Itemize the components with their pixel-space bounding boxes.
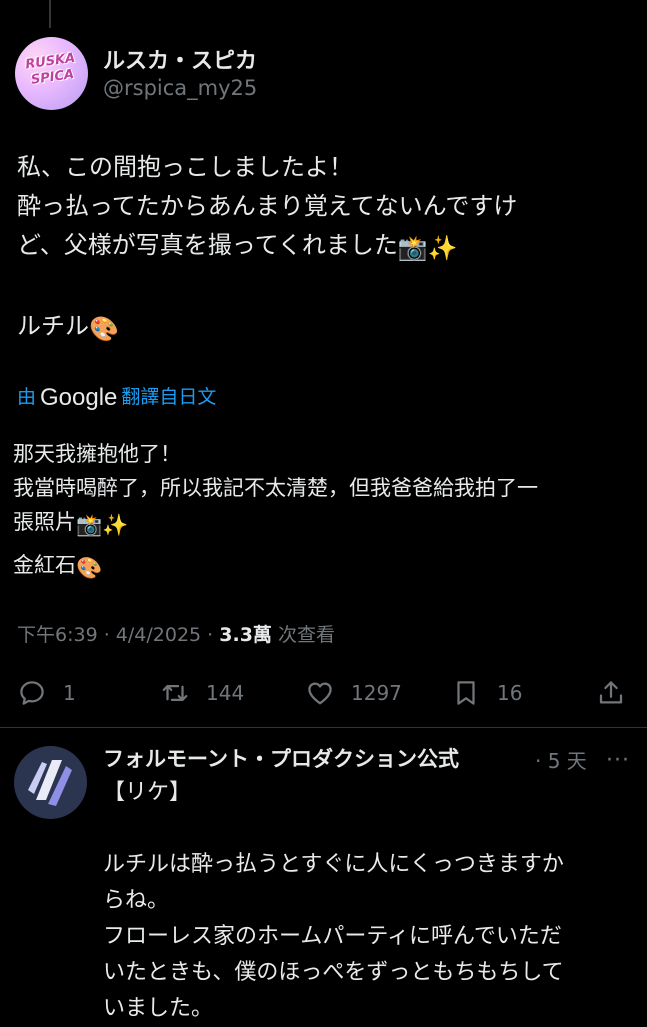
reply-icon: [20, 681, 44, 705]
author-avatar[interactable]: RUSKA SPICA: [15, 37, 88, 110]
author-name[interactable]: ルスカ・スピカ: [103, 43, 257, 75]
reply-count: 1: [63, 681, 76, 705]
tweet-signature: ルチル🎨: [17, 307, 637, 349]
tweet-date[interactable]: 4/4/2025: [116, 624, 201, 646]
divider: [0, 727, 647, 728]
translated-line: 那天我擁抱他了！: [13, 442, 181, 466]
tweet-line: 酔っ払ってたからあんまり覚えてないんですけ: [17, 192, 518, 220]
translated-line: 張照片📸✨: [13, 505, 638, 542]
formmond-logo: [14, 746, 87, 819]
signature-text: ルチル: [17, 312, 89, 340]
reply-author-avatar[interactable]: [14, 746, 87, 819]
more-icon[interactable]: ···: [606, 748, 630, 773]
translated-signature-text: 金紅石: [13, 553, 76, 577]
like-button[interactable]: 1297: [305, 672, 402, 714]
reply-line: ルチルは酔っ払うとすぐに人にくっつきますか: [103, 852, 564, 877]
bookmark-count: 16: [497, 681, 523, 705]
tweet-meta: 下午6:39 · 4/4/2025 · 3.3萬 次查看: [17, 624, 335, 646]
camera-sparkles-emoji: 📸✨: [397, 234, 458, 262]
action-bar: 1 144 1297 16: [0, 672, 647, 714]
avatar-logo: RUSKA SPICA: [24, 50, 77, 88]
translation-suffix: 翻譯自日文: [121, 386, 217, 408]
author-handle[interactable]: @rspica_my25: [103, 76, 257, 100]
palette-emoji: 🎨: [89, 315, 119, 343]
translated-text: 那天我擁抱他了！ 我當時喝醉了，所以我記不太清楚，但我爸爸給我拍了一 張照片📸✨…: [13, 437, 638, 585]
retweet-icon: [162, 685, 188, 701]
reply-line: [103, 811, 633, 847]
tweet-text: 私、この間抱っこしましたよ！ 酔っ払ってたからあんまり覚えてないんですけ ど、父…: [17, 148, 637, 349]
tweet-time[interactable]: 下午6:39: [17, 624, 98, 646]
reply-line: フローレス家のホームパーティに呼んでいただ: [103, 924, 562, 949]
retweet-button[interactable]: 144: [160, 672, 244, 714]
reply-time[interactable]: · 5 天: [535, 745, 587, 774]
share-button[interactable]: [596, 672, 626, 714]
translated-line: 我當時喝醉了，所以我記不太清楚，但我爸爸給我拍了一: [13, 476, 538, 500]
reply-author-name[interactable]: フォルモーント・プロダクション公式: [103, 743, 459, 773]
google-logo: Google: [40, 384, 118, 411]
reply-line: いました。: [103, 996, 214, 1021]
tweet-line: ど、父様が写真を撮ってくれました📸✨: [17, 226, 637, 268]
bookmark-button[interactable]: 16: [451, 672, 522, 714]
translation-prefix: 由: [17, 386, 37, 408]
view-label: 次查看: [277, 624, 335, 646]
palette-emoji: 🎨: [76, 556, 103, 580]
share-icon: [599, 681, 623, 704]
retweet-count: 144: [206, 681, 245, 705]
tweet-line-text: ど、父様が写真を撮ってくれました: [17, 231, 398, 259]
camera-sparkles-emoji: 📸✨: [76, 513, 129, 537]
like-count: 1297: [351, 681, 402, 705]
tweet-line: 私、この間抱っこしましたよ！: [17, 153, 353, 181]
translated-line-text: 張照片: [13, 510, 76, 534]
reply-line: らね。: [103, 888, 170, 913]
view-count[interactable]: 3.3萬: [219, 624, 272, 646]
heart-icon: [308, 682, 332, 705]
reply-button[interactable]: 1: [17, 672, 76, 714]
bookmark-icon: [457, 681, 475, 705]
thread-line: [49, 0, 51, 28]
reply-line: 【リケ】: [103, 780, 192, 805]
translated-signature: 金紅石🎨: [13, 548, 638, 585]
reply-text: 【リケ】 ルチルは酔っ払うとすぐに人にくっつきますか らね。 フローレス家のホー…: [103, 775, 633, 1027]
reply-line: いたときも、僕のほっぺをずっともちもちして: [103, 960, 564, 985]
translation-attribution[interactable]: 由 Google 翻譯自日文: [17, 382, 216, 412]
